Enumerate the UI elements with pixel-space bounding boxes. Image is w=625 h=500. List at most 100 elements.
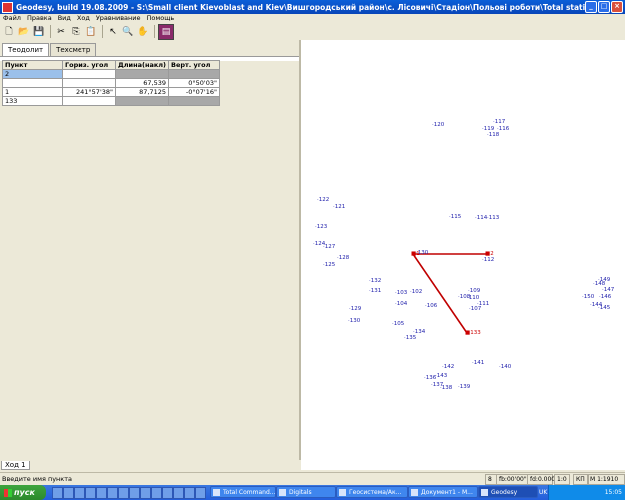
open-folder-icon[interactable]: 📂 (17, 25, 31, 39)
table-cell[interactable] (62, 78, 116, 88)
survey-point[interactable]: ·106 (425, 303, 437, 309)
survey-point[interactable]: ·130 (348, 318, 360, 324)
task-geosystem[interactable]: Геосистема/Ак... (336, 486, 408, 498)
survey-point[interactable]: ·112 (482, 257, 494, 263)
quicklaunch-icon[interactable] (96, 487, 107, 499)
cut-icon[interactable]: ✂ (54, 25, 68, 39)
quicklaunch-icon[interactable] (52, 487, 63, 499)
quicklaunch-icon[interactable] (107, 487, 118, 499)
survey-point[interactable]: ·143 (435, 373, 447, 379)
quicklaunch-icon[interactable] (151, 487, 162, 499)
plan-canvas[interactable]: ·120·117·119·116·118·122·121·115·114·113… (301, 40, 625, 470)
tab-traverse-1[interactable]: Ход 1 (1, 461, 30, 470)
maximize-button[interactable]: □ (598, 1, 610, 13)
task-total-commander[interactable]: Total Command... (210, 486, 276, 498)
pan-hand-icon[interactable]: ✋ (136, 25, 150, 39)
quicklaunch-icon[interactable] (63, 487, 74, 499)
table-cell[interactable]: 133 (2, 96, 63, 106)
task-geodesy[interactable]: Geodesy (478, 486, 538, 498)
survey-point[interactable]: ·102 (410, 289, 422, 295)
tab-tacheometer[interactable]: Техсмєтр (50, 43, 97, 56)
quicklaunch-icon[interactable] (118, 487, 129, 499)
menu-edit[interactable]: Правка (24, 14, 55, 23)
quicklaunch-icon[interactable] (74, 487, 85, 499)
survey-point[interactable]: ·145 (598, 305, 610, 311)
survey-point[interactable]: ·147 (602, 287, 614, 293)
quicklaunch-icon[interactable] (85, 487, 96, 499)
table-row[interactable]: 1 241°57'38" 87,7125 -0°07'16" (2, 87, 220, 97)
survey-point[interactable]: ·121 (333, 204, 345, 210)
table-row[interactable]: 2 (2, 69, 220, 79)
quicklaunch-icon[interactable] (184, 487, 195, 499)
close-button[interactable]: × (611, 1, 623, 13)
col-point[interactable]: Пункт (2, 60, 63, 70)
station-point[interactable]: ■133 (465, 330, 481, 336)
survey-point[interactable]: ·103 (395, 290, 407, 296)
save-icon[interactable]: 💾 (32, 25, 46, 39)
new-file-icon[interactable]: 🗋 (2, 25, 16, 39)
paste-icon[interactable]: 📋 (84, 25, 98, 39)
survey-point[interactable]: ·129 (349, 306, 361, 312)
survey-point[interactable]: ·127 (323, 244, 335, 250)
survey-point[interactable]: ·114 (475, 215, 487, 221)
minimize-button[interactable]: _ (585, 1, 597, 13)
table-cell[interactable] (2, 78, 63, 88)
zoom-icon[interactable]: 🔍 (121, 25, 135, 39)
survey-point[interactable]: ·135 (404, 335, 416, 341)
menu-file[interactable]: Файл (0, 14, 24, 23)
survey-point[interactable]: ·105 (392, 321, 404, 327)
survey-point[interactable]: ·113 (487, 215, 499, 221)
survey-point[interactable]: ·131 (369, 288, 381, 294)
survey-point[interactable]: ·142 (442, 364, 454, 370)
survey-point[interactable]: ·122 (317, 197, 329, 203)
task-document[interactable]: Документ1 - М... (408, 486, 478, 498)
start-button[interactable]: пуск (0, 485, 46, 500)
survey-point[interactable]: ·120 (432, 122, 444, 128)
col-slope-length[interactable]: Длина(накл) (115, 60, 169, 70)
table-row[interactable]: 133 (2, 96, 220, 106)
copy-icon[interactable]: ⎘ (69, 25, 83, 39)
survey-point[interactable]: ·115 (449, 214, 461, 220)
survey-point[interactable]: ·139 (458, 384, 470, 390)
quicklaunch-icon[interactable] (140, 487, 151, 499)
menu-adjustment[interactable]: Уравнивание (93, 14, 144, 23)
survey-point[interactable]: ·146 (599, 294, 611, 300)
survey-point[interactable]: ·118 (487, 132, 499, 138)
table-cell[interactable]: 241°57'38" (62, 87, 116, 97)
menu-view[interactable]: Вид (55, 14, 74, 23)
quicklaunch-icon[interactable] (173, 487, 184, 499)
quicklaunch-icon[interactable] (129, 487, 140, 499)
survey-point[interactable]: ·104 (395, 301, 407, 307)
survey-point[interactable]: ·117 (493, 119, 505, 125)
survey-point[interactable]: ·140 (499, 364, 511, 370)
language-indicator[interactable]: UK (539, 485, 547, 500)
table-cell[interactable] (62, 69, 116, 79)
task-digitals[interactable]: Digitals (276, 486, 336, 498)
tab-theodolite[interactable]: Теодолит (2, 43, 50, 56)
survey-point[interactable]: ·138 (440, 385, 452, 391)
table-cell[interactable]: -0°07'16" (167, 87, 220, 97)
table-cell[interactable]: 1 (2, 87, 63, 97)
survey-point[interactable]: ·128 (337, 255, 349, 261)
table-cell[interactable] (115, 96, 169, 106)
station-point[interactable]: ■1 (411, 251, 420, 257)
table-cell[interactable]: 87,7125 (115, 87, 169, 97)
survey-point[interactable]: ·125 (323, 262, 335, 268)
menu-traverse[interactable]: Ход (74, 14, 93, 23)
print-icon[interactable]: ▤ (158, 23, 174, 40)
menu-help[interactable]: Помощь (144, 14, 178, 23)
table-cell[interactable]: 67,539 (115, 78, 169, 88)
survey-point[interactable]: ·132 (369, 278, 381, 284)
table-cell[interactable]: 0°50'03" (167, 78, 220, 88)
quicklaunch-icon[interactable] (162, 487, 173, 499)
pointer-icon[interactable]: ↖ (106, 25, 120, 39)
station-point[interactable]: ■2 (485, 251, 494, 257)
table-cell[interactable] (62, 96, 116, 106)
col-vert-angle[interactable]: Верт. угол (167, 60, 220, 70)
table-cell[interactable] (167, 69, 220, 79)
quicklaunch-icon[interactable] (195, 487, 206, 499)
table-row[interactable]: 67,539 0°50'03" (2, 78, 220, 88)
survey-point[interactable]: ·123 (315, 224, 327, 230)
table-cell[interactable]: 2 (2, 69, 63, 79)
survey-point[interactable]: ·141 (472, 360, 484, 366)
